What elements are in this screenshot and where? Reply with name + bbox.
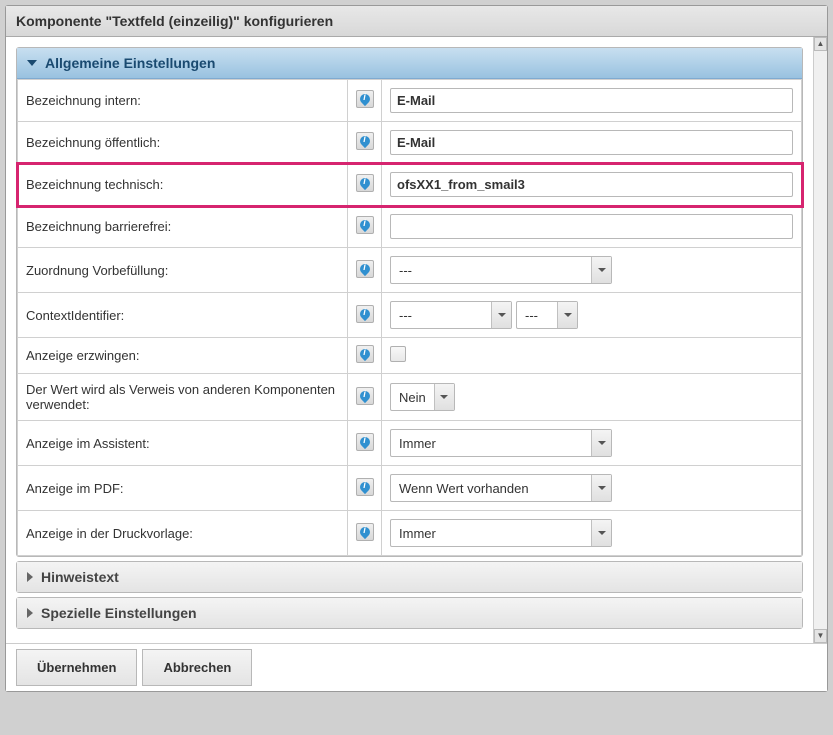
help-icon[interactable] (356, 132, 374, 150)
select-print[interactable]: Immer (390, 519, 612, 547)
section-title: Hinweistext (41, 569, 119, 585)
section-title: Allgemeine Einstellungen (45, 55, 215, 71)
cancel-button[interactable]: Abbrechen (142, 649, 252, 686)
label-pdf: Anzeige im PDF: (18, 466, 348, 511)
checkbox-force[interactable] (390, 346, 406, 362)
dialog-body: ▲ ▼ Allgemeine Einstellungen Bezeichnung… (6, 37, 827, 643)
input-internal[interactable] (390, 88, 793, 113)
row-prefill: Zuordnung Vorbefüllung: --- (18, 248, 802, 293)
section-special: Spezielle Einstellungen (16, 597, 803, 629)
label-public: Bezeichnung öffentlich: (18, 122, 348, 164)
select-value: Nein (391, 384, 434, 410)
chevron-down-icon (491, 302, 511, 328)
label-assistant: Anzeige im Assistent: (18, 421, 348, 466)
chevron-down-icon (591, 520, 611, 546)
row-accessible: Bezeichnung barrierefrei: (18, 206, 802, 248)
scroll-down-icon[interactable]: ▼ (814, 629, 827, 643)
select-value: --- (391, 257, 591, 283)
label-technical: Bezeichnung technisch: (18, 164, 348, 206)
select-reference[interactable]: Nein (390, 383, 455, 411)
row-public: Bezeichnung öffentlich: (18, 122, 802, 164)
row-internal: Bezeichnung intern: (18, 80, 802, 122)
help-icon[interactable] (356, 305, 374, 323)
row-print: Anzeige in der Druckvorlage: Immer (18, 511, 802, 556)
select-context-1[interactable]: --- (390, 301, 512, 329)
select-value: --- (391, 302, 491, 328)
select-value: Immer (391, 430, 591, 456)
chevron-down-icon (557, 302, 577, 328)
select-assistant[interactable]: Immer (390, 429, 612, 457)
select-pdf[interactable]: Wenn Wert vorhanden (390, 474, 612, 502)
row-assistant: Anzeige im Assistent: Immer (18, 421, 802, 466)
section-header-hint[interactable]: Hinweistext (17, 562, 802, 592)
help-icon[interactable] (356, 90, 374, 108)
select-prefill[interactable]: --- (390, 256, 612, 284)
input-technical[interactable] (390, 172, 793, 197)
scroll-up-icon[interactable]: ▲ (814, 37, 827, 51)
help-icon[interactable] (356, 523, 374, 541)
section-header-special[interactable]: Spezielle Einstellungen (17, 598, 802, 628)
help-icon[interactable] (356, 174, 374, 192)
section-header-general[interactable]: Allgemeine Einstellungen (17, 48, 802, 79)
chevron-down-icon (434, 384, 454, 410)
select-value: Wenn Wert vorhanden (391, 475, 591, 501)
label-internal: Bezeichnung intern: (18, 80, 348, 122)
label-context: ContextIdentifier: (18, 293, 348, 338)
select-value: Immer (391, 520, 591, 546)
field-table: Bezeichnung intern: Bezeichnung öffentli… (17, 79, 802, 556)
label-print: Anzeige in der Druckvorlage: (18, 511, 348, 556)
chevron-down-icon (591, 257, 611, 283)
row-reference: Der Wert wird als Verweis von anderen Ko… (18, 374, 802, 421)
chevron-down-icon (591, 475, 611, 501)
expand-icon (27, 572, 33, 582)
section-title: Spezielle Einstellungen (41, 605, 197, 621)
chevron-down-icon (591, 430, 611, 456)
section-general: Allgemeine Einstellungen Bezeichnung int… (16, 47, 803, 557)
help-icon[interactable] (356, 260, 374, 278)
help-icon[interactable] (356, 387, 374, 405)
help-icon[interactable] (356, 478, 374, 496)
label-accessible: Bezeichnung barrierefrei: (18, 206, 348, 248)
dialog-title: Komponente "Textfeld (einzeilig)" konfig… (6, 6, 827, 37)
config-dialog: Komponente "Textfeld (einzeilig)" konfig… (5, 5, 828, 692)
input-accessible[interactable] (390, 214, 793, 239)
expand-icon (27, 608, 33, 618)
row-technical: Bezeichnung technisch: (18, 164, 802, 206)
collapse-icon (27, 60, 37, 66)
help-icon[interactable] (356, 345, 374, 363)
row-context: ContextIdentifier: --- --- (18, 293, 802, 338)
input-public[interactable] (390, 130, 793, 155)
label-reference: Der Wert wird als Verweis von anderen Ko… (18, 374, 348, 421)
apply-button[interactable]: Übernehmen (16, 649, 137, 686)
section-hint: Hinweistext (16, 561, 803, 593)
select-value: --- (517, 302, 557, 328)
row-pdf: Anzeige im PDF: Wenn Wert vorhanden (18, 466, 802, 511)
help-icon[interactable] (356, 216, 374, 234)
label-force: Anzeige erzwingen: (18, 338, 348, 374)
scrollbar[interactable]: ▲ ▼ (813, 37, 827, 643)
dialog-footer: Übernehmen Abbrechen (6, 643, 827, 691)
help-icon[interactable] (356, 433, 374, 451)
label-prefill: Zuordnung Vorbefüllung: (18, 248, 348, 293)
select-context-2[interactable]: --- (516, 301, 578, 329)
row-force: Anzeige erzwingen: (18, 338, 802, 374)
